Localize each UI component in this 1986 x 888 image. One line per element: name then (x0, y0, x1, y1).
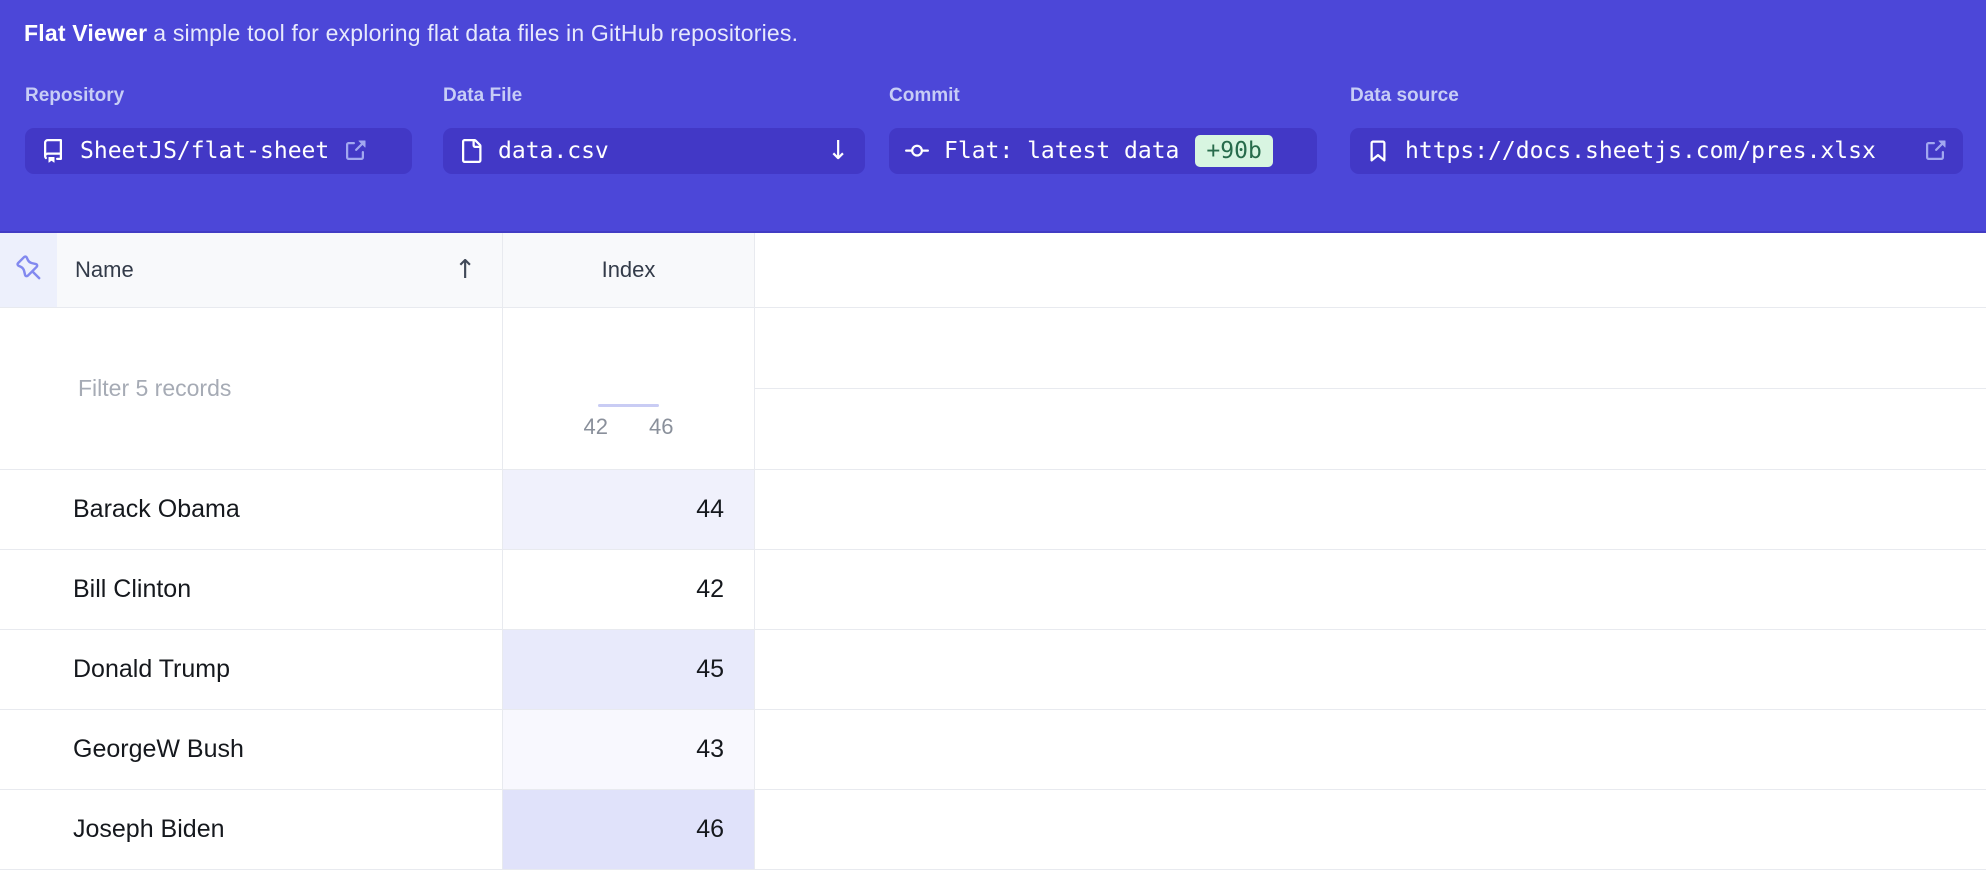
external-link-icon (343, 139, 367, 163)
commit-control: Commit Flat: latest data +90b (889, 85, 1317, 174)
git-commit-icon (905, 139, 929, 163)
row-name-cell[interactable]: GeorgeW Bush (0, 710, 503, 790)
repository-button[interactable]: SheetJS/flat-sheet (25, 128, 412, 174)
row-index-cell[interactable]: 43 (503, 710, 755, 790)
header-filler (755, 233, 1986, 308)
app-header: Flat Viewera simple tool for exploring f… (0, 0, 1986, 233)
row-filler (755, 550, 1986, 630)
app-title: Flat Viewer (24, 20, 147, 46)
row-index-cell[interactable]: 45 (503, 630, 755, 710)
row-name-cell[interactable]: Bill Clinton (0, 550, 503, 630)
commit-label: Commit (889, 85, 1317, 107)
column-header-index[interactable]: Index (503, 233, 755, 308)
row-name-cell[interactable]: Barack Obama (0, 470, 503, 550)
bookmark-icon (1366, 139, 1390, 163)
filter-filler (755, 308, 1986, 470)
filter-input[interactable] (0, 308, 502, 469)
commit-button[interactable]: Flat: latest data +90b (889, 128, 1317, 174)
pin-icon (16, 255, 42, 286)
data-source-control: Data source https://docs.sheetjs.com/pre… (1350, 85, 1963, 174)
row-filler (755, 710, 1986, 790)
histogram-min-label: 42 (584, 414, 608, 440)
repository-control: Repository SheetJS/flat-sheet (25, 85, 412, 174)
data-grid: Name ↑ Index 42 46 Barack Obama44Bill Cl… (0, 233, 1986, 870)
histogram-max-label: 46 (649, 414, 673, 440)
column-header-index-label: Index (602, 257, 656, 283)
filter-cell (0, 308, 503, 470)
repository-value: SheetJS/flat-sheet (80, 138, 329, 164)
data-file-control: Data File data.csv ↓ (443, 85, 865, 174)
app-subtitle: a simple tool for exploring flat data fi… (153, 20, 798, 46)
row-filler (755, 470, 1986, 550)
row-index-cell[interactable]: 44 (503, 470, 755, 550)
sticky-column-toggle[interactable] (0, 233, 57, 308)
sort-ascending-icon: ↑ (454, 255, 502, 285)
controls-row: Repository SheetJS/flat-sheet Data File … (25, 85, 1986, 174)
index-histogram (598, 337, 659, 397)
data-file-button[interactable]: data.csv ↓ (443, 128, 865, 174)
repository-label: Repository (25, 85, 412, 107)
column-header-name-label: Name (75, 257, 134, 283)
row-name-cell[interactable]: Donald Trump (0, 630, 503, 710)
filler-row-divider (755, 308, 1986, 389)
data-file-value: data.csv (498, 138, 609, 164)
row-name-cell[interactable]: Joseph Biden (0, 790, 503, 870)
data-file-label: Data File (443, 85, 865, 107)
histogram-range-labels: 42 46 (584, 414, 674, 440)
data-source-label: Data source (1350, 85, 1963, 107)
column-header-name[interactable]: Name ↑ (57, 233, 503, 308)
external-link-icon (1923, 139, 1947, 163)
histogram-track (598, 404, 659, 407)
row-index-cell[interactable]: 46 (503, 790, 755, 870)
row-filler (755, 790, 1986, 870)
app-title-line: Flat Viewera simple tool for exploring f… (0, 0, 1986, 47)
repo-icon (41, 139, 65, 163)
index-histogram-cell: 42 46 (503, 308, 755, 470)
diffstat-badge: +90b (1195, 135, 1272, 167)
data-source-button[interactable]: https://docs.sheetjs.com/pres.xlsx (1350, 128, 1963, 174)
file-icon (459, 139, 483, 163)
data-source-value: https://docs.sheetjs.com/pres.xlsx (1405, 138, 1876, 164)
row-filler (755, 630, 1986, 710)
download-arrow-icon[interactable]: ↓ (827, 138, 849, 164)
commit-message: Flat: latest data (944, 138, 1179, 164)
row-index-cell[interactable]: 42 (503, 550, 755, 630)
